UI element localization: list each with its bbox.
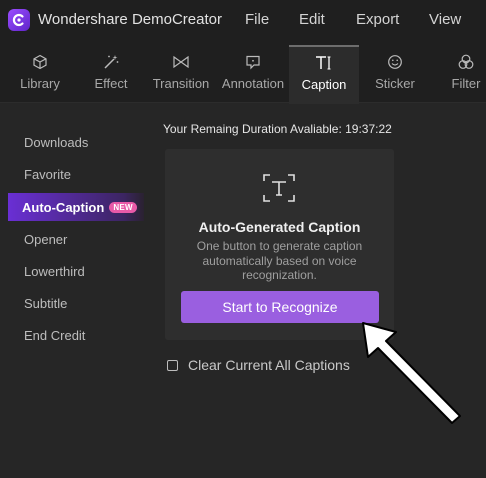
sidebar-item-downloads[interactable]: Downloads	[10, 128, 140, 156]
sidebar-item-label: Lowerthird	[24, 263, 85, 279]
democreator-logo-icon	[8, 9, 30, 31]
sidebar-item-label: Favorite	[24, 166, 71, 182]
tab-effect[interactable]: Effect	[76, 46, 146, 102]
sidebar-item-opener[interactable]: Opener	[10, 225, 140, 253]
tab-filter[interactable]: Filter	[431, 46, 486, 102]
menu-export[interactable]: Export	[356, 11, 399, 28]
sidebar-item-label: Subtitle	[24, 295, 68, 311]
toolbar-tabs: Library Effect Transition Annotation Cap…	[0, 40, 486, 104]
text-frame-icon	[262, 173, 296, 208]
new-badge: NEW	[109, 201, 137, 213]
smiley-icon	[387, 50, 403, 74]
sidebar-item-subtitle[interactable]: Subtitle	[10, 289, 140, 317]
sidebar-item-label: Downloads	[24, 134, 89, 150]
tab-caption[interactable]: Caption	[289, 45, 359, 104]
cube-icon	[32, 50, 48, 74]
filter-icon	[457, 50, 475, 74]
annotation-icon	[245, 50, 261, 74]
tab-label: Sticker	[375, 76, 415, 91]
menu-edit[interactable]: Edit	[299, 11, 325, 28]
tab-transition[interactable]: Transition	[146, 46, 216, 102]
sidebar-item-favorite[interactable]: Favorite	[10, 160, 140, 188]
clear-captions-option[interactable]: Clear Current All Captions	[167, 357, 350, 373]
start-recognize-button[interactable]: Start to Recognize	[181, 291, 379, 323]
tab-annotation[interactable]: Annotation	[218, 46, 288, 102]
card-title: Auto-Generated Caption	[198, 219, 361, 235]
tab-label: Transition	[152, 76, 210, 91]
tab-sticker[interactable]: Sticker	[360, 46, 430, 102]
sidebar-item-label: Auto-Caption	[22, 199, 105, 215]
sidebar-item-end-credit[interactable]: End Credit	[10, 321, 140, 349]
remaining-duration-text: Your Remaing Duration Avaliable: 19:37:2…	[163, 122, 392, 136]
clear-captions-label: Clear Current All Captions	[188, 357, 350, 373]
sidebar-item-lowerthird[interactable]: Lowerthird	[10, 257, 140, 285]
clear-captions-checkbox[interactable]	[167, 359, 178, 371]
transition-icon	[172, 50, 190, 74]
tab-label: Filter	[451, 76, 481, 91]
app-title: Wondershare DemoCreator	[38, 11, 222, 28]
tab-label: Annotation	[221, 76, 285, 91]
tab-label: Effect	[94, 76, 128, 91]
menu-view[interactable]: View	[429, 11, 461, 28]
tab-label: Library	[20, 76, 60, 91]
auto-caption-card: Auto-Generated Caption One button to gen…	[165, 149, 394, 340]
tab-label: Caption	[301, 77, 347, 92]
magic-wand-icon	[102, 50, 120, 74]
sidebar-item-auto-caption[interactable]: Auto-Caption NEW	[8, 193, 144, 221]
menu-file[interactable]: File	[245, 11, 269, 28]
caption-icon	[314, 51, 334, 75]
sidebar-item-label: End Credit	[24, 327, 86, 343]
tab-library[interactable]: Library	[5, 46, 75, 102]
card-description: One button to generate caption automatic…	[196, 239, 363, 282]
title-bar: Wondershare DemoCreator File Edit Export…	[0, 0, 486, 40]
sidebar-item-label: Opener	[24, 231, 68, 247]
